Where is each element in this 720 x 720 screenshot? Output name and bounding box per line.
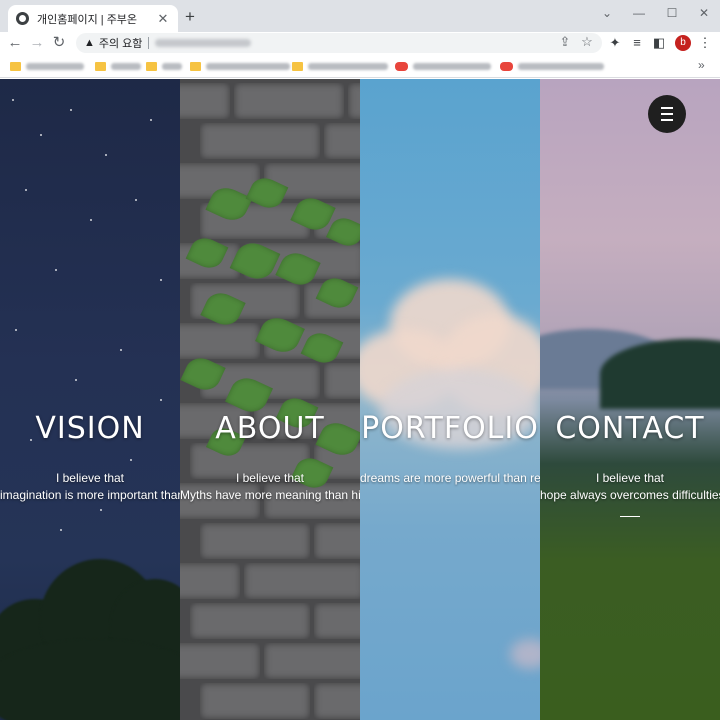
bookmarks-bar: » [0, 54, 720, 78]
media-control-icon[interactable]: ≡ [629, 35, 645, 51]
new-tab-button[interactable]: + [182, 8, 198, 26]
panel-heading: ABOUT [215, 411, 325, 446]
reload-icon[interactable]: ↻ [50, 34, 68, 52]
panel-heading: CONTACT [555, 411, 705, 446]
panel-subtext: I believe that [595, 471, 665, 485]
security-status[interactable]: 주의 요함 [99, 35, 143, 51]
back-arrow-icon[interactable]: ← [6, 34, 24, 52]
bookmark-icon [395, 61, 408, 71]
browser-tab-bar: 개인홈페이지 | 주부온 ✕ + ⌄ — ☐ ✕ [0, 0, 720, 32]
panel-portfolio[interactable]: PORTFOLIO dreams are more powerful than … [360, 79, 540, 720]
divider-line [620, 516, 640, 517]
folder-icon [146, 61, 157, 71]
bookmark-star-icon[interactable]: ☆ [579, 34, 595, 50]
bookmark-folder[interactable] [10, 60, 84, 72]
panel-heading: VISION [35, 411, 145, 446]
panel-vision[interactable]: VISION I believe that imagination is mor… [0, 79, 180, 720]
panel-quote: Myths have more meaning than history. [180, 488, 360, 502]
maximize-button[interactable]: ☐ [662, 6, 682, 20]
panel-heading: PORTFOLIO [361, 411, 539, 446]
tab-title: 개인홈페이지 | 주부온 [37, 13, 138, 26]
bookmark-folder[interactable] [146, 60, 182, 72]
panel-quote: dreams are more powerful than reality. [360, 471, 540, 485]
address-bar[interactable]: ▲ 주의 요함 [76, 33, 602, 53]
url-text[interactable] [155, 39, 252, 47]
share-icon[interactable]: ⇪ [557, 34, 573, 50]
minimize-button[interactable]: — [629, 6, 649, 20]
panel-quote: hope always overcomes difficulties. [540, 488, 720, 502]
browser-toolbar: ← → ↻ ▲ 주의 요함 ⇪ ☆ ✦ ≡ ◧ b ⋮ [0, 32, 720, 54]
hamburger-menu-icon[interactable] [648, 95, 686, 133]
tab-search-icon[interactable]: ⌄ [597, 6, 617, 20]
warning-icon[interactable]: ▲ [84, 37, 95, 49]
tab-close-icon[interactable]: ✕ [156, 11, 170, 27]
forward-arrow-icon[interactable]: → [28, 34, 46, 52]
bookmark-link[interactable] [500, 60, 604, 72]
folder-icon [190, 61, 201, 71]
profile-avatar[interactable]: b [675, 35, 691, 51]
bookmark-folder[interactable] [95, 60, 141, 72]
close-window-button[interactable]: ✕ [694, 6, 714, 20]
bookmark-folder[interactable] [190, 60, 290, 72]
browser-tab[interactable]: 개인홈페이지 | 주부온 ✕ [8, 5, 178, 32]
panel-subtext: I believe that [55, 471, 125, 485]
folder-icon [292, 61, 303, 71]
menu-kebab-icon[interactable]: ⋮ [697, 35, 713, 51]
panel-subtext: I believe that [235, 471, 305, 485]
panel-about[interactable]: ABOUT I believe that Myths have more mea… [180, 79, 360, 720]
bookmark-icon [500, 61, 513, 71]
bookmarks-more-button[interactable]: » [698, 58, 705, 72]
folder-icon [95, 61, 106, 71]
globe-icon [16, 12, 29, 25]
bookmark-link[interactable] [395, 60, 491, 72]
side-panel-icon[interactable]: ◧ [651, 35, 667, 51]
page-content: VISION I believe that imagination is mor… [0, 79, 720, 720]
bookmark-folder[interactable] [292, 60, 388, 72]
panel-quote: imagination is more important than knowl… [0, 488, 180, 502]
divider [148, 37, 150, 49]
folder-icon [10, 61, 21, 71]
extensions-icon[interactable]: ✦ [607, 35, 623, 51]
panel-contact[interactable]: CONTACT I believe that hope always overc… [540, 79, 720, 720]
